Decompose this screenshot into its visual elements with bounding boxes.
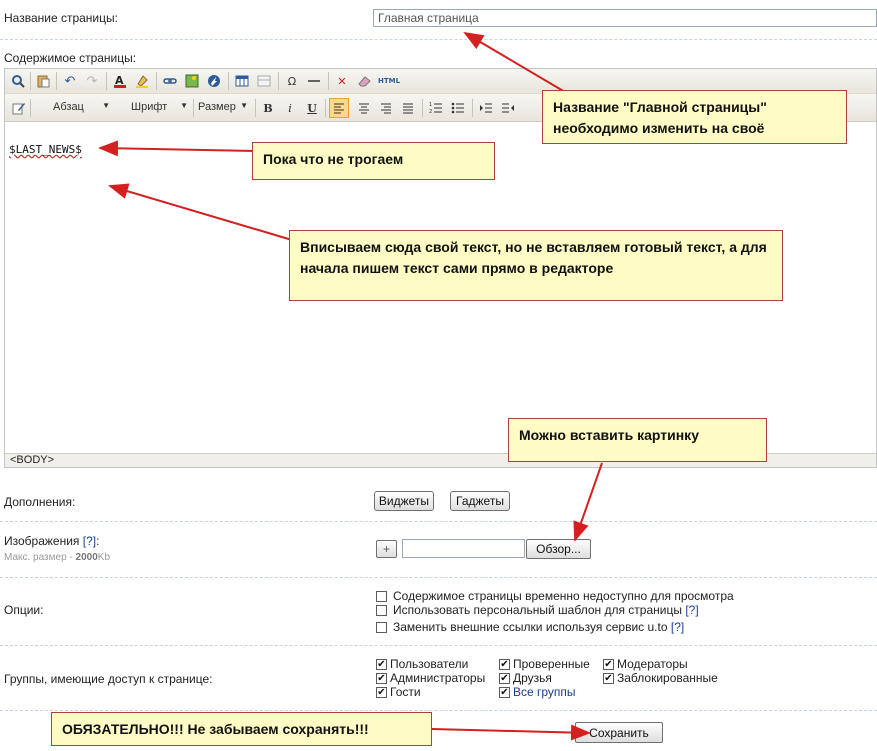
options-label: Опции:: [4, 603, 44, 617]
addons-label: Дополнения:: [4, 495, 76, 509]
outdent-icon[interactable]: [499, 99, 517, 117]
redo-icon[interactable]: ↷: [83, 72, 101, 90]
group-label-verified: Проверенные: [513, 657, 590, 671]
images-label: Изображения [?]:: [4, 534, 100, 548]
link-icon[interactable]: [161, 72, 179, 90]
gadgets-button[interactable]: Гаджеты: [450, 491, 510, 511]
font-select[interactable]: Шрифт ▼: [117, 99, 191, 117]
remove-format-icon[interactable]: ✕: [333, 72, 351, 90]
undo-icon[interactable]: ↶: [61, 72, 79, 90]
align-center-icon[interactable]: [355, 99, 373, 117]
align-right-icon[interactable]: [377, 99, 395, 117]
bold-button[interactable]: B: [259, 99, 277, 117]
save-button[interactable]: Сохранить: [575, 722, 663, 743]
content-label: Содержимое страницы:: [4, 51, 137, 65]
group-label-blocked: Заблокированные: [617, 671, 718, 685]
option-checkbox-personal-template[interactable]: [376, 605, 387, 616]
group-label-moderators: Модераторы: [617, 657, 688, 671]
svg-text:1: 1: [429, 102, 432, 108]
page-name-input[interactable]: [373, 9, 877, 27]
annotation-rename: Название "Главной страницы" необходимо и…: [542, 90, 847, 144]
html-source-icon[interactable]: HTML: [377, 72, 401, 90]
option-checkbox-uto[interactable]: [376, 622, 387, 633]
unordered-list-icon[interactable]: [449, 99, 467, 117]
widgets-button[interactable]: Виджеты: [374, 491, 434, 511]
find-replace-icon[interactable]: [9, 72, 27, 90]
divider: [0, 39, 877, 40]
annotation-insert-image: Можно вставить картинку: [508, 418, 767, 462]
page-name-label: Название страницы:: [4, 11, 118, 25]
format-select[interactable]: Абзац ▼: [35, 99, 113, 117]
group-checkbox-friends[interactable]: ✔: [499, 673, 510, 684]
group-checkbox-moderators[interactable]: ✔: [603, 659, 614, 670]
image-icon[interactable]: [183, 72, 201, 90]
table-props-icon[interactable]: [255, 72, 273, 90]
svg-text:2: 2: [429, 109, 432, 115]
paste-icon[interactable]: [34, 72, 52, 90]
group-checkbox-users[interactable]: ✔: [376, 659, 387, 670]
annotation-must-save: ОБЯЗАТЕЛЬНО!!! Не забываем сохранять!!!: [51, 712, 432, 746]
group-label-admins: Администраторы: [390, 671, 486, 685]
groups-label: Группы, имеющие доступ к странице:: [4, 672, 213, 686]
text-color-icon[interactable]: A: [111, 72, 129, 90]
horizontal-rule-icon[interactable]: [305, 72, 323, 90]
align-left-icon[interactable]: [329, 98, 349, 118]
option-label-uto: Заменить внешние ссылки используя сервис…: [393, 620, 685, 634]
annotation-write-text: Вписываем сюда свой текст, но не вставля…: [289, 230, 783, 301]
group-checkbox-admins[interactable]: ✔: [376, 673, 387, 684]
group-checkbox-blocked[interactable]: ✔: [603, 673, 614, 684]
images-max-size: Макс. размер - 2000Kb: [4, 552, 111, 563]
align-justify-icon[interactable]: [399, 99, 417, 117]
divider: [0, 577, 877, 578]
editor-content[interactable]: $LAST_NEWS$: [9, 143, 82, 156]
help-link[interactable]: [?]: [685, 603, 698, 617]
option-label-unavailable: Содержимое страницы временно недоступно …: [393, 589, 734, 603]
divider: [0, 710, 877, 711]
group-checkbox-guests[interactable]: ✔: [376, 687, 387, 698]
group-label-guests: Гости: [390, 685, 421, 699]
images-help-link[interactable]: [?]: [83, 534, 96, 548]
size-select[interactable]: Размер ▼: [193, 99, 251, 117]
group-label-friends: Друзья: [513, 671, 552, 685]
divider: [0, 521, 877, 522]
option-checkbox-unavailable[interactable]: [376, 591, 387, 602]
flash-icon[interactable]: [205, 72, 223, 90]
italic-button[interactable]: i: [281, 99, 299, 117]
eraser-icon[interactable]: [355, 72, 373, 90]
image-file-input[interactable]: [402, 539, 525, 558]
highlight-color-icon[interactable]: [133, 72, 151, 90]
group-checkbox-all[interactable]: ✔: [499, 687, 510, 698]
annotation-dont-touch: Пока что не трогаем: [252, 142, 495, 180]
indent-icon[interactable]: [477, 99, 495, 117]
browse-button[interactable]: Обзор...: [526, 539, 591, 559]
table-icon[interactable]: [233, 72, 251, 90]
option-label-personal-template: Использовать персональный шаблон для стр…: [393, 603, 699, 617]
edit-style-icon[interactable]: [9, 99, 27, 117]
ordered-list-icon[interactable]: 12: [427, 99, 445, 117]
help-link[interactable]: [?]: [671, 620, 684, 634]
group-checkbox-verified[interactable]: ✔: [499, 659, 510, 670]
group-label-all[interactable]: Все группы: [513, 685, 576, 699]
group-label-users: Пользователи: [390, 657, 469, 671]
special-char-icon[interactable]: Ω: [283, 72, 301, 90]
divider: [0, 645, 877, 646]
underline-button[interactable]: U: [303, 99, 321, 117]
add-image-button[interactable]: +: [376, 540, 397, 558]
